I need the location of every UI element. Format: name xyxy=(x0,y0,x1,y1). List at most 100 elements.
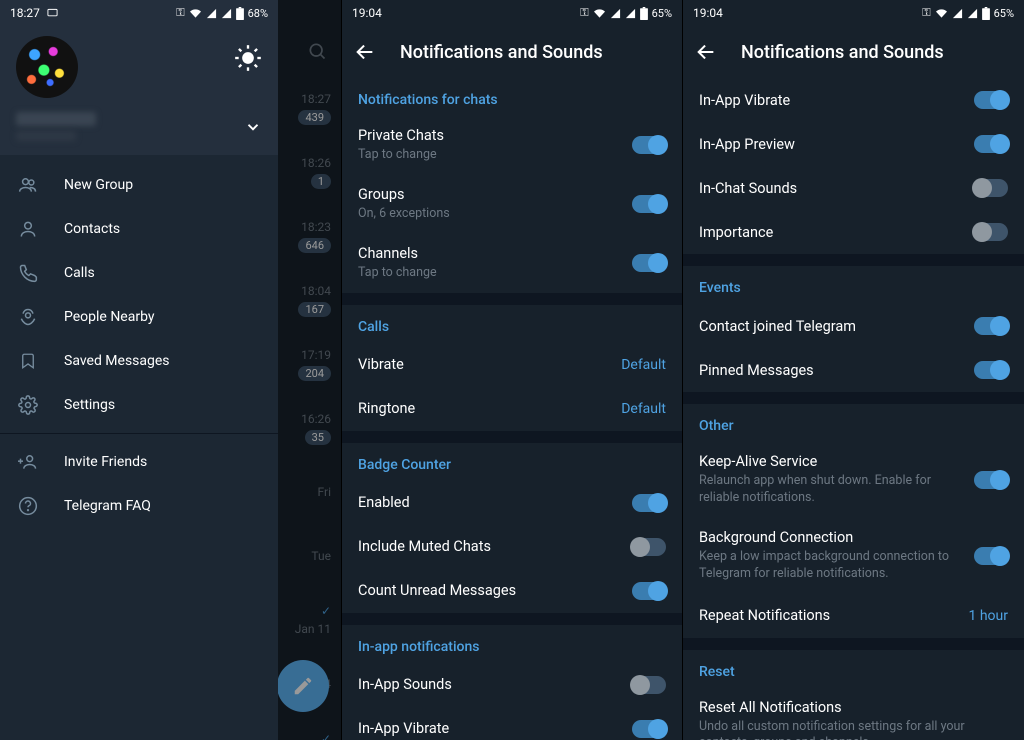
setting-value: Default xyxy=(621,357,666,373)
chat-row[interactable]: ✓Dec 31 xyxy=(278,716,341,740)
app-bar: Notifications and Sounds xyxy=(683,26,1024,78)
bookmark-icon xyxy=(18,351,38,371)
setting-reset-all[interactable]: Reset All NotificationsUndo all custom n… xyxy=(683,688,1024,740)
navigation-drawer: 18:27 ⚿ 68% xyxy=(0,0,278,740)
theme-toggle-icon[interactable] xyxy=(234,44,262,72)
toggle-switch[interactable] xyxy=(974,471,1008,489)
menu-people-nearby[interactable]: People Nearby xyxy=(0,295,278,339)
drawer-menu: New Group Contacts Calls People Nearby S… xyxy=(0,155,278,536)
battery-percent: 68% xyxy=(248,7,268,20)
search-icon[interactable] xyxy=(307,41,327,61)
chat-row[interactable]: 18:27439 xyxy=(278,76,341,140)
section-header-reset: Reset xyxy=(683,650,1024,688)
setting-groups[interactable]: GroupsOn, 6 exceptions xyxy=(342,175,682,234)
setting-private-chats[interactable]: Private ChatsTap to change xyxy=(342,116,682,175)
setting-background-connection[interactable]: Background ConnectionKeep a low impact b… xyxy=(683,518,1024,594)
menu-new-group[interactable]: New Group xyxy=(0,163,278,207)
toggle-switch[interactable] xyxy=(632,582,666,600)
setting-vibrate[interactable]: Vibrate Default xyxy=(342,343,682,387)
status-bar: 19:04 ⚿ 65% xyxy=(683,0,1024,26)
gear-icon xyxy=(18,395,38,415)
setting-inapp-vibrate[interactable]: In-App Vibrate xyxy=(342,707,682,740)
menu-saved-messages[interactable]: Saved Messages xyxy=(0,339,278,383)
menu-settings[interactable]: Settings xyxy=(0,383,278,427)
compose-fab[interactable] xyxy=(278,660,329,712)
toggle-switch[interactable] xyxy=(632,494,666,512)
toggle-switch[interactable] xyxy=(974,361,1008,379)
vpn-icon: ⚿ xyxy=(580,6,588,20)
person-icon xyxy=(18,219,38,239)
signal-icon xyxy=(610,8,621,19)
section-header-events: Events xyxy=(683,266,1024,304)
menu-faq[interactable]: Telegram FAQ xyxy=(0,484,278,528)
status-time: 19:04 xyxy=(352,6,382,20)
menu-contacts[interactable]: Contacts xyxy=(0,207,278,251)
setting-inapp-sounds[interactable]: In-App Sounds xyxy=(342,663,682,707)
setting-keep-alive[interactable]: Keep-Alive ServiceRelaunch app when shut… xyxy=(683,442,1024,518)
setting-value: Default xyxy=(621,401,666,417)
setting-inapp-preview[interactable]: In-App Preview xyxy=(683,122,1024,166)
section-header-other: Other xyxy=(683,404,1024,442)
setting-include-muted[interactable]: Include Muted Chats xyxy=(342,525,682,569)
signal-icon xyxy=(221,8,232,19)
vpn-icon: ⚿ xyxy=(176,6,184,20)
chat-row[interactable]: Tue xyxy=(278,524,341,588)
toggle-switch[interactable] xyxy=(632,720,666,738)
menu-label: Invite Friends xyxy=(64,454,147,470)
setting-contact-joined[interactable]: Contact joined Telegram xyxy=(683,304,1024,348)
toggle-switch[interactable] xyxy=(974,179,1008,197)
chat-row[interactable]: 16:2635 xyxy=(278,396,341,460)
back-icon[interactable] xyxy=(695,41,717,63)
toggle-switch[interactable] xyxy=(632,538,666,556)
setting-value: 1 hour xyxy=(969,608,1009,624)
toggle-switch[interactable] xyxy=(974,91,1008,109)
back-icon[interactable] xyxy=(354,41,376,63)
setting-channels[interactable]: ChannelsTap to change xyxy=(342,234,682,293)
chat-row[interactable]: Fri xyxy=(278,460,341,524)
setting-ringtone[interactable]: Ringtone Default xyxy=(342,387,682,431)
chat-row[interactable]: ✓Jan 11 xyxy=(278,588,341,652)
status-bar: 19:04 ⚿ 65% xyxy=(342,0,682,26)
chat-row[interactable]: 18:23646 xyxy=(278,204,341,268)
page-title: Notifications and Sounds xyxy=(741,42,944,63)
battery-icon xyxy=(640,7,648,20)
chevron-down-icon[interactable] xyxy=(244,118,262,136)
section-header-calls: Calls xyxy=(342,305,682,343)
chat-row[interactable]: 18:261 xyxy=(278,140,341,204)
menu-label: Telegram FAQ xyxy=(64,498,151,514)
menu-label: New Group xyxy=(64,177,133,193)
chat-row[interactable]: 17:19204 xyxy=(278,332,341,396)
account-phone xyxy=(16,131,76,141)
setting-pinned-messages[interactable]: Pinned Messages xyxy=(683,348,1024,392)
menu-calls[interactable]: Calls xyxy=(0,251,278,295)
setting-inapp-vibrate[interactable]: In-App Vibrate xyxy=(683,78,1024,122)
battery-icon xyxy=(236,7,244,20)
menu-invite-friends[interactable]: Invite Friends xyxy=(0,440,278,484)
status-time: 18:27 xyxy=(10,6,40,20)
avatar[interactable] xyxy=(16,36,78,98)
chat-row[interactable]: 18:04167 xyxy=(278,268,341,332)
setting-inchat-sounds[interactable]: In-Chat Sounds xyxy=(683,166,1024,210)
toggle-switch[interactable] xyxy=(632,254,666,272)
chat-list: 18:27439 18:261 18:23646 18:04167 17:192… xyxy=(278,0,341,740)
wifi-icon xyxy=(593,8,606,19)
toggle-switch[interactable] xyxy=(632,195,666,213)
toggle-switch[interactable] xyxy=(974,547,1008,565)
setting-repeat-notifications[interactable]: Repeat Notifications 1 hour xyxy=(683,594,1024,638)
setting-badge-enabled[interactable]: Enabled xyxy=(342,481,682,525)
setting-count-unread[interactable]: Count Unread Messages xyxy=(342,569,682,613)
wifi-icon xyxy=(189,8,202,19)
battery-percent: 65% xyxy=(994,7,1014,20)
menu-label: People Nearby xyxy=(64,309,155,325)
nearby-icon xyxy=(18,307,38,327)
setting-importance[interactable]: Importance xyxy=(683,210,1024,254)
toggle-switch[interactable] xyxy=(974,317,1008,335)
toggle-switch[interactable] xyxy=(632,136,666,154)
status-time: 19:04 xyxy=(693,6,723,20)
divider xyxy=(0,433,278,434)
toggle-switch[interactable] xyxy=(974,135,1008,153)
help-icon xyxy=(18,496,38,516)
group-icon xyxy=(18,175,38,195)
toggle-switch[interactable] xyxy=(974,223,1008,241)
toggle-switch[interactable] xyxy=(632,676,666,694)
